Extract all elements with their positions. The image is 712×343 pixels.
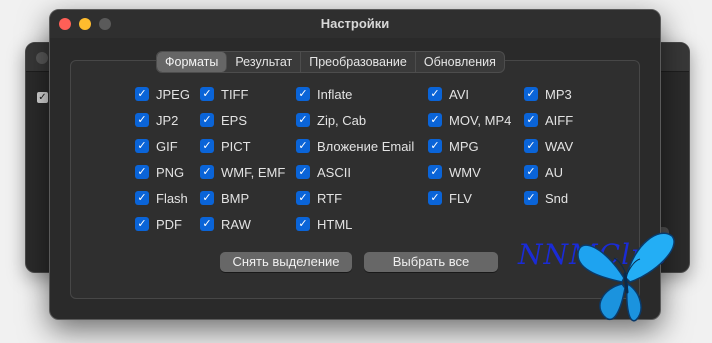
checkbox-label: AIFF [545,112,574,128]
checkbox-eps[interactable]: ✓ EPS [200,111,247,129]
checkbox-label: TIFF [221,86,249,102]
checkbox-label: WMV [449,164,481,180]
checkbox-label: Flash [156,190,188,206]
checkbox-flv[interactable]: ✓ FLV [428,189,472,207]
check-icon: ✓ [200,113,214,127]
check-icon: ✓ [428,139,442,153]
check-icon: ✓ [296,165,310,179]
checkbox-label: ASCII [317,164,351,180]
check-icon: ✓ [200,139,214,153]
checkbox-ascii[interactable]: ✓ ASCII [296,163,351,181]
check-icon: ✓ [428,87,442,101]
check-icon: ✓ [296,217,310,231]
checkbox-label: PICT [221,138,251,154]
checkbox-label: PNG [156,164,185,180]
checkbox-email-attachment[interactable]: ✓ Вложение Email [296,137,414,155]
check-icon: ✓ [428,191,442,205]
window-title: Настройки [320,16,390,31]
checkbox-jpeg[interactable]: ✓ JPEG [135,85,190,103]
check-icon: ✓ [524,113,538,127]
check-icon: ✓ [524,191,538,205]
checkbox-label: Вложение Email [317,138,415,154]
check-icon: ✓ [524,87,538,101]
checkbox-label: JPEG [156,86,190,102]
check-icon: ✓ [200,217,214,231]
check-icon: ✓ [200,191,214,205]
checkbox-pdf[interactable]: ✓ PDF [135,215,182,233]
checkbox-label: MOV, MP4 [449,112,512,128]
check-icon: ✓ [296,139,310,153]
check-icon: ✓ [428,113,442,127]
tab-updates[interactable]: Обновления [416,52,504,72]
checkbox-wmv[interactable]: ✓ WMV [428,163,481,181]
check-icon: ✓ [296,113,310,127]
checkbox-tiff[interactable]: ✓ TIFF [200,85,248,103]
tab-conversion[interactable]: Преобразование [301,52,416,72]
check-icon: ✓ [135,139,149,153]
butterfly-icon [577,232,675,322]
checkbox-aiff[interactable]: ✓ AIFF [524,111,573,129]
checkbox-label: HTML [317,216,353,232]
checkbox-label: BMP [221,190,250,206]
titlebar: Настройки [50,10,660,38]
checkbox-raw[interactable]: ✓ RAW [200,215,251,233]
tab-formats[interactable]: Форматы [157,52,228,72]
check-icon: ✓ [135,87,149,101]
checkbox-label: RTF [317,190,343,206]
checkbox-au[interactable]: ✓ AU [524,163,563,181]
tab-bar: Форматы Результат Преобразование Обновле… [156,51,505,73]
checkbox-label: AVI [449,86,469,102]
select-all-button[interactable]: Выбрать все [364,252,498,272]
checkbox-label: GIF [156,138,178,154]
check-icon: ✓ [296,191,310,205]
checkbox-label: Inflate [317,86,353,102]
check-icon: ✓ [524,165,538,179]
checkbox-png[interactable]: ✓ PNG [135,163,184,181]
checkbox-flash[interactable]: ✓ Flash [135,189,188,207]
checkbox-label: JP2 [156,112,179,128]
checkbox-bmp[interactable]: ✓ BMP [200,189,249,207]
checkbox-label: Snd [545,190,569,206]
check-icon: ✓ [524,139,538,153]
check-icon: ✓ [200,87,214,101]
checkbox-jp2[interactable]: ✓ JP2 [135,111,178,129]
checkbox-wav[interactable]: ✓ WAV [524,137,573,155]
checkbox-html[interactable]: ✓ HTML [296,215,352,233]
check-icon: ✓ [428,165,442,179]
checkbox-zip-cab[interactable]: ✓ Zip, Cab [296,111,366,129]
check-icon: ✓ [135,113,149,127]
checkbox-label: MPG [449,138,479,154]
checkbox-label: MP3 [545,86,572,102]
checkbox-mov-mp4[interactable]: ✓ MOV, MP4 [428,111,511,129]
checkbox-rtf[interactable]: ✓ RTF [296,189,342,207]
checkbox-label: WMF, EMF [221,164,286,180]
check-icon: ✓ [135,191,149,205]
background-window-button [36,52,48,64]
checkbox-gif[interactable]: ✓ GIF [135,137,178,155]
checkbox-snd[interactable]: ✓ Snd [524,189,568,207]
watermark: NNMClub [518,226,710,326]
check-icon: ✓ [135,217,149,231]
checkbox-inflate[interactable]: ✓ Inflate [296,85,352,103]
checkbox-label: RAW [221,216,251,232]
check-icon: ✓ [296,87,310,101]
check-icon: ✓ [200,165,214,179]
background-checkbox: ✓ [37,92,48,103]
checkbox-label: PDF [156,216,182,232]
check-icon: ✓ [135,165,149,179]
tab-result[interactable]: Результат [227,52,302,72]
checkbox-label: FLV [449,190,472,206]
deselect-all-button[interactable]: Снять выделение [220,252,352,272]
checkbox-mpg[interactable]: ✓ MPG [428,137,479,155]
checkbox-label: Zip, Cab [317,112,367,128]
checkbox-mp3[interactable]: ✓ MP3 [524,85,572,103]
checkbox-avi[interactable]: ✓ AVI [428,85,469,103]
checkbox-label: WAV [545,138,574,154]
checkbox-wmf-emf[interactable]: ✓ WMF, EMF [200,163,285,181]
checkbox-pict[interactable]: ✓ PICT [200,137,251,155]
checkbox-label: AU [545,164,564,180]
checkbox-label: EPS [221,112,248,128]
